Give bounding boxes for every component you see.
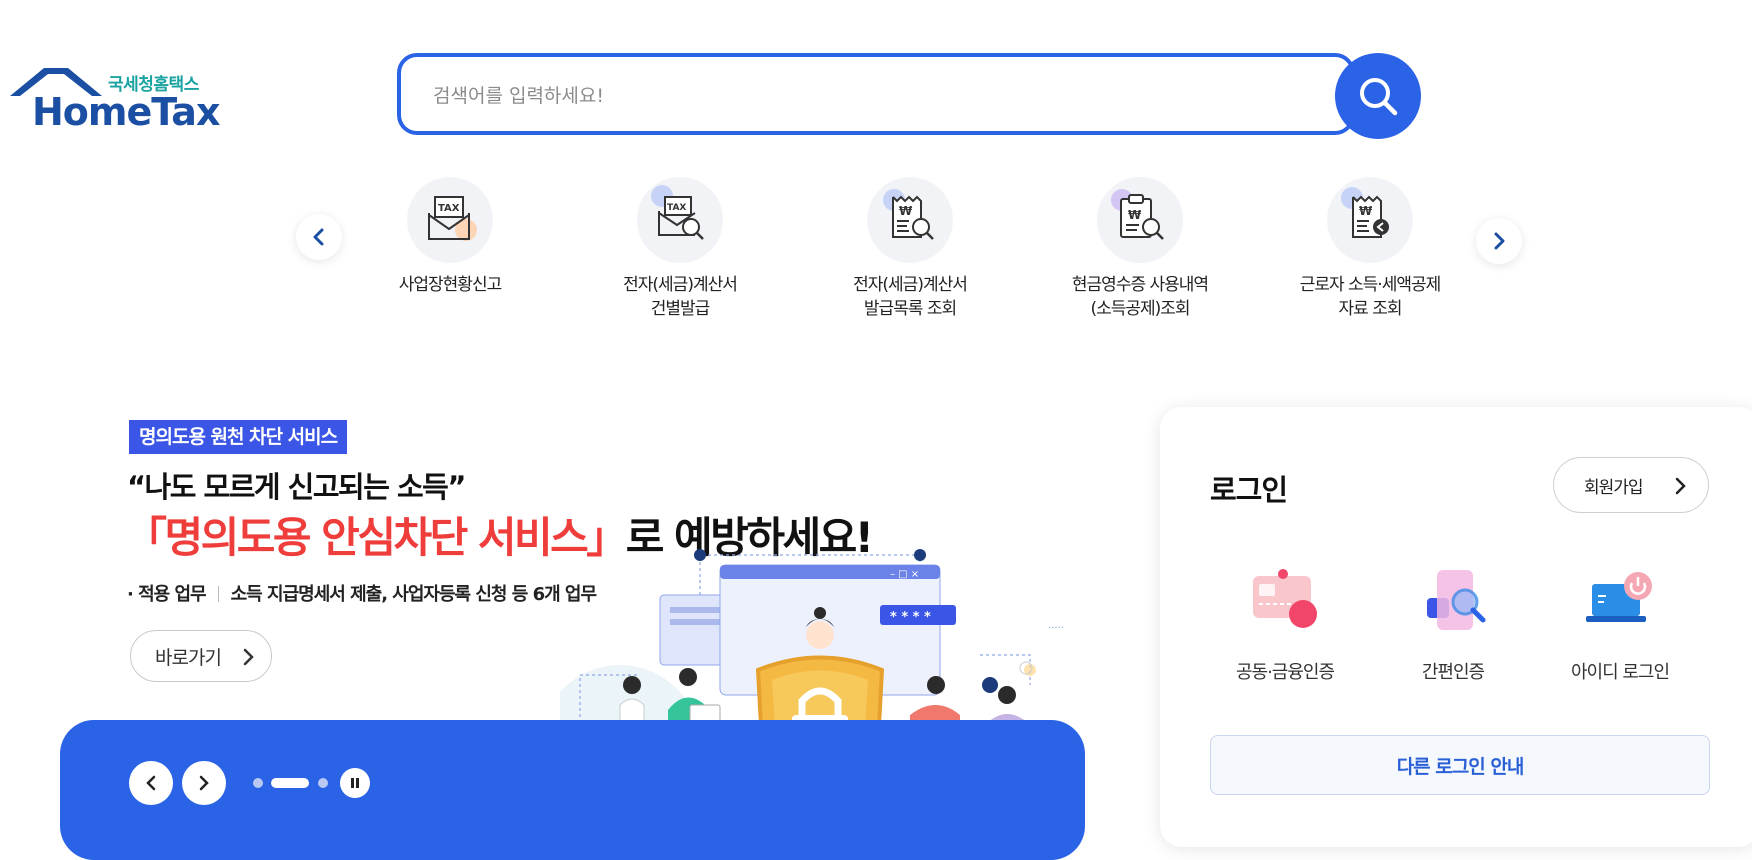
window-controls: – □ × <box>890 569 919 580</box>
tax-envelope-icon: TAX <box>407 177 493 263</box>
laptop-power-icon <box>1580 562 1660 642</box>
login-title: 로그인 <box>1210 473 1288 507</box>
quick-menu-item[interactable]: TAX 사업장현황신고 <box>350 177 550 297</box>
certificate-card-icon <box>1245 562 1325 642</box>
banner-next-button[interactable] <box>182 761 226 805</box>
quick-menu-next-button[interactable] <box>1476 218 1522 264</box>
login-option-label: 공동·금융인증 <box>1235 662 1335 683</box>
chevron-left-icon <box>313 228 324 246</box>
login-option-label: 아이디 로그인 <box>1570 662 1670 683</box>
quick-menu-label: 전자(세금)계산서 발급목록 조회 <box>853 275 968 319</box>
pagination-dot[interactable] <box>318 778 328 788</box>
chevron-right-icon <box>199 775 209 791</box>
login-option-certificate[interactable]: 공동·금융인증 <box>1205 562 1365 684</box>
login-panel: 로그인 회원가입 공동·금융인증 간편인증 아이디 로그인 다른 로그인 안내 <box>1160 407 1752 847</box>
main-banner: 명의도용 원천 차단 서비스 “나도 모르게 신고되는 소득” 「명의도용 안심… <box>0 400 1100 860</box>
other-login-button[interactable]: 다른 로그인 안내 <box>1210 735 1710 795</box>
quick-menu-label: 전자(세금)계산서 건별발급 <box>623 275 738 319</box>
quick-menu-prev-button[interactable] <box>296 214 342 260</box>
search-bar <box>397 53 1421 141</box>
pagination-active[interactable] <box>271 778 309 788</box>
phone-search-icon <box>1413 562 1493 642</box>
svg-text:·····: ····· <box>1048 623 1064 634</box>
svg-text:TAX: TAX <box>667 203 686 213</box>
chevron-right-icon <box>243 648 254 666</box>
bullet-text: 소득 지급명세서 제출, 사업자등록 신청 등 6개 업무 <box>230 584 597 605</box>
quick-menu-label: 근로자 소득·세액공제 자료 조회 <box>1299 275 1442 319</box>
banner-quote: “나도 모르게 신고되는 소득” <box>127 470 466 504</box>
receipt-back-icon: ₩ <box>1327 177 1413 263</box>
banner-tag: 명의도용 원천 차단 서비스 <box>129 420 348 454</box>
pause-icon <box>351 778 359 788</box>
svg-text:TAX: TAX <box>438 203 460 214</box>
chevron-left-icon <box>146 775 156 791</box>
quick-menu-item[interactable]: ₩ 현금영수증 사용내역 (소득공제)조회 <box>1040 177 1240 321</box>
quick-menu-label: 사업장현황신고 <box>398 275 502 295</box>
chevron-right-icon <box>1675 477 1686 495</box>
signup-button[interactable]: 회원가입 <box>1553 457 1709 513</box>
receipt-search-icon: ₩ <box>867 177 953 263</box>
quick-menu-item[interactable]: ₩ 근로자 소득·세액공제 자료 조회 <box>1270 177 1470 321</box>
clipboard-search-icon: ₩ <box>1097 177 1183 263</box>
banner-pause-button[interactable] <box>340 768 370 798</box>
search-input[interactable] <box>431 77 1215 115</box>
go-button-label: 바로가기 <box>155 646 222 669</box>
svg-text:₩: ₩ <box>1359 204 1373 218</box>
bullet-label: · 적용 업무 <box>127 584 207 605</box>
quick-menu-item[interactable]: ₩ 전자(세금)계산서 발급목록 조회 <box>810 177 1010 321</box>
banner-prev-button[interactable] <box>129 761 173 805</box>
quick-menu-label: 현금영수증 사용내역 (소득공제)조회 <box>1071 275 1209 319</box>
banner-bullet: · 적용 업무 소득 지급명세서 제출, 사업자등록 신청 등 6개 업무 <box>127 580 597 606</box>
login-option-id[interactable]: 아이디 로그인 <box>1540 562 1700 684</box>
signup-label: 회원가입 <box>1584 477 1644 498</box>
svg-text:₩: ₩ <box>899 204 913 218</box>
tax-search-icon: TAX <box>637 177 723 263</box>
login-option-label: 간편인증 <box>1421 662 1485 683</box>
search-button[interactable] <box>1335 53 1421 139</box>
logo-title: HomeTax <box>32 90 220 134</box>
search-box <box>397 53 1355 135</box>
hometax-logo[interactable]: 국세청홈택스 HomeTax <box>10 62 220 134</box>
password-mask: * * * * <box>890 610 931 625</box>
banner-go-button[interactable]: 바로가기 <box>130 630 272 682</box>
pagination-dot[interactable] <box>253 778 263 788</box>
banner-headline-highlight: 「명의도용 안심차단 서비스」 <box>125 513 628 562</box>
svg-text:₩: ₩ <box>1128 208 1142 222</box>
login-option-simple[interactable]: 간편인증 <box>1373 562 1533 684</box>
search-icon <box>1360 78 1398 116</box>
chevron-right-icon <box>1494 232 1505 250</box>
quick-menu-item[interactable]: TAX 전자(세금)계산서 건별발급 <box>580 177 780 321</box>
